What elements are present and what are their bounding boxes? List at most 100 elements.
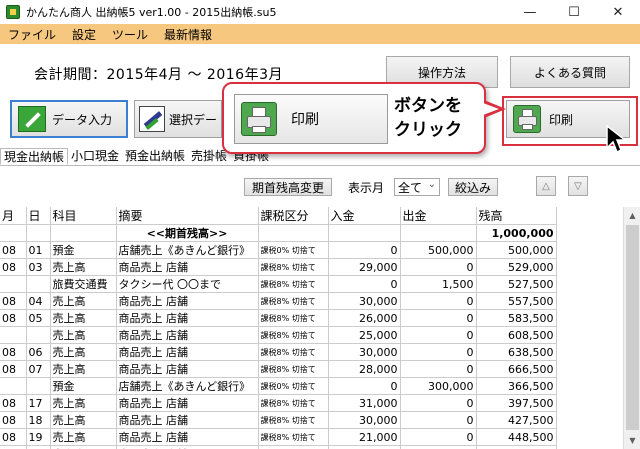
table-cell: 0 xyxy=(328,275,401,293)
table-cell: 預金 xyxy=(50,241,117,259)
scrollbar-thumb[interactable] xyxy=(626,225,639,430)
menu-latest-info[interactable]: 最新情報 xyxy=(156,26,220,43)
table-cell: 06 xyxy=(26,343,51,361)
table-cell: 課税0% 切捨て xyxy=(258,241,329,259)
table-cell: 28,000 xyxy=(328,360,401,378)
minimize-button[interactable]: — xyxy=(508,0,552,24)
table-row[interactable]: 売上高 商品売上 店舗 課税8% 切捨て 25,000 0 608,500 xyxy=(0,326,557,344)
table-cell: 17 xyxy=(26,394,51,412)
table-cell: 課税8% 切捨て xyxy=(258,292,329,310)
table-row[interactable]: 08 17 売上高 商品売上 店舗 課税8% 切捨て 31,000 0 397,500 xyxy=(0,394,557,412)
table-cell: 売上高 xyxy=(50,292,117,310)
table-cell xyxy=(258,224,329,242)
table-cell: 20 xyxy=(26,445,51,449)
printer-icon xyxy=(241,102,277,136)
scroll-up-icon[interactable]: ▲ xyxy=(624,207,640,224)
menu-settings[interactable]: 設定 xyxy=(64,26,104,43)
table-cell xyxy=(26,377,51,395)
tab-petty-cash[interactable]: 小口現金 xyxy=(68,148,122,165)
accounting-period: 会計期間：2015年4月 〜 2016年3月 xyxy=(34,67,283,83)
tab-cash-ledger[interactable]: 現金出納帳 xyxy=(0,148,69,165)
table-cell: 売上高 xyxy=(50,411,117,429)
column-header: 出金 xyxy=(400,207,477,225)
table-cell: 01 xyxy=(26,241,51,259)
move-down-button[interactable]: ▽ xyxy=(568,176,588,196)
close-button[interactable]: ✕ xyxy=(596,0,640,24)
table-row[interactable]: 08 01 預金 店舗売上《あきんど銀行》 課税0% 切捨て 0 500,000 500,00… xyxy=(0,241,557,259)
table-row[interactable]: 08 18 売上高 商品売上 店舗 課税8% 切捨て 30,000 0 427,500 xyxy=(0,411,557,429)
table-cell: 557,500 xyxy=(476,292,557,310)
table-cell: 0 xyxy=(400,394,477,412)
table-cell: 08 xyxy=(0,309,27,327)
faq-button[interactable]: よくある質問 xyxy=(510,56,630,88)
table-cell: 08 xyxy=(0,241,27,259)
table-cell: 旅費交通費 xyxy=(50,275,117,293)
table-cell: 04 xyxy=(26,292,51,310)
table-row[interactable]: 旅費交通費 タクシー代 〇〇まで 課税8% 切捨て 0 1,500 527,500 xyxy=(0,275,557,293)
table-cell xyxy=(26,275,51,293)
table-cell: 08 xyxy=(0,428,27,446)
title-bar: かんたん商人 出納帳5 ver1.00 - 2015出納帳.su5 — ☐ ✕ xyxy=(0,0,640,24)
table-row[interactable]: 08 07 売上高 商品売上 店舗 課税8% 切捨て 28,000 0 666,500 xyxy=(0,360,557,378)
table-row[interactable]: 08 05 売上高 商品売上 店舗 課税8% 切捨て 26,000 0 583,500 xyxy=(0,309,557,327)
table-cell: 0 xyxy=(400,360,477,378)
table-row[interactable]: 08 19 売上高 商品売上 店舗 課税8% 切捨て 21,000 0 448,500 xyxy=(0,428,557,446)
column-header: 残高 xyxy=(476,207,557,225)
table-cell: 商品売上 店舗 xyxy=(116,428,259,446)
table-cell: 476,500 xyxy=(476,445,557,449)
instruction-callout: 印刷 ボタンを クリック xyxy=(222,82,486,154)
table-cell: 商品売上 店舗 xyxy=(116,326,259,344)
table-cell: 08 xyxy=(0,360,27,378)
table-cell: 31,000 xyxy=(328,394,401,412)
table-row[interactable]: <<期首残高>> 1,000,000 xyxy=(0,224,557,242)
select-data-icon xyxy=(139,106,165,132)
table-row[interactable]: 08 03 売上高 商品売上 店舗 課税8% 切捨て 29,000 0 529,000 xyxy=(0,258,557,276)
table-cell: 課税8% 切捨て xyxy=(258,258,329,276)
filter-button[interactable]: 絞込み xyxy=(448,178,498,196)
menu-tools[interactable]: ツール xyxy=(104,26,156,43)
callout-print-label: 印刷 xyxy=(291,112,319,128)
table-cell: 366,500 xyxy=(476,377,557,395)
table-row[interactable]: 08 06 売上高 商品売上 店舗 課税8% 切捨て 30,000 0 638,500 xyxy=(0,343,557,361)
table-cell: 638,500 xyxy=(476,343,557,361)
table-row[interactable]: 08 04 売上高 商品売上 店舗 課税8% 切捨て 30,000 0 557,500 xyxy=(0,292,557,310)
table-cell: 08 xyxy=(0,258,27,276)
table-cell xyxy=(0,275,27,293)
table-cell: 課税8% 切捨て xyxy=(258,394,329,412)
table-cell: 1,000,000 xyxy=(476,224,557,242)
table-cell: 商品売上 店舗 xyxy=(116,309,259,327)
maximize-button[interactable]: ☐ xyxy=(552,0,596,24)
table-cell: 608,500 xyxy=(476,326,557,344)
column-header: 課税区分 xyxy=(258,207,329,225)
table-cell: 0 xyxy=(400,292,477,310)
table-cell xyxy=(400,224,477,242)
table-cell: 課税8% 切捨て xyxy=(258,326,329,344)
table-cell: 店舗売上《あきんど銀行》 xyxy=(116,241,259,259)
table-cell: 売上高 xyxy=(50,343,117,361)
table-cell xyxy=(26,224,51,242)
month-select[interactable]: 全て ⌄ xyxy=(394,178,440,196)
table-cell: 商品売上 店舗 xyxy=(116,394,259,412)
table-cell: 0 xyxy=(400,309,477,327)
table-cell: 0 xyxy=(400,411,477,429)
table-cell: 売上高 xyxy=(50,309,117,327)
table-row[interactable]: 0820売上高商品売上 店舗課税8% 切捨て28,0000476,500 xyxy=(0,445,557,449)
table-cell: 商品売上 店舗 xyxy=(116,292,259,310)
table-cell: 26,000 xyxy=(328,309,401,327)
table-cell xyxy=(0,224,27,242)
tab-deposit-ledger[interactable]: 預金出納帳 xyxy=(122,148,188,165)
vertical-scrollbar[interactable]: ▲ ▼ xyxy=(623,207,640,449)
table-cell: 商品売上 店舗 xyxy=(116,411,259,429)
callout-line-1: ボタンを xyxy=(394,96,462,116)
move-up-button[interactable]: △ xyxy=(536,176,556,196)
opening-balance-button[interactable]: 期首残高変更 xyxy=(244,178,332,196)
table-cell: 08 xyxy=(0,411,27,429)
column-header: 月 xyxy=(0,207,27,225)
scroll-down-icon[interactable]: ▼ xyxy=(624,432,640,449)
table-cell: 500,000 xyxy=(476,241,557,259)
select-data-button[interactable]: 選択デー xyxy=(134,100,222,138)
table-cell: 売上高 xyxy=(50,394,117,412)
menu-file[interactable]: ファイル xyxy=(0,26,64,43)
data-entry-button[interactable]: データ入力 xyxy=(10,100,128,138)
table-row[interactable]: 預金 店舗売上《あきんど銀行》 課税0% 切捨て 0 300,000 366,500 xyxy=(0,377,557,395)
